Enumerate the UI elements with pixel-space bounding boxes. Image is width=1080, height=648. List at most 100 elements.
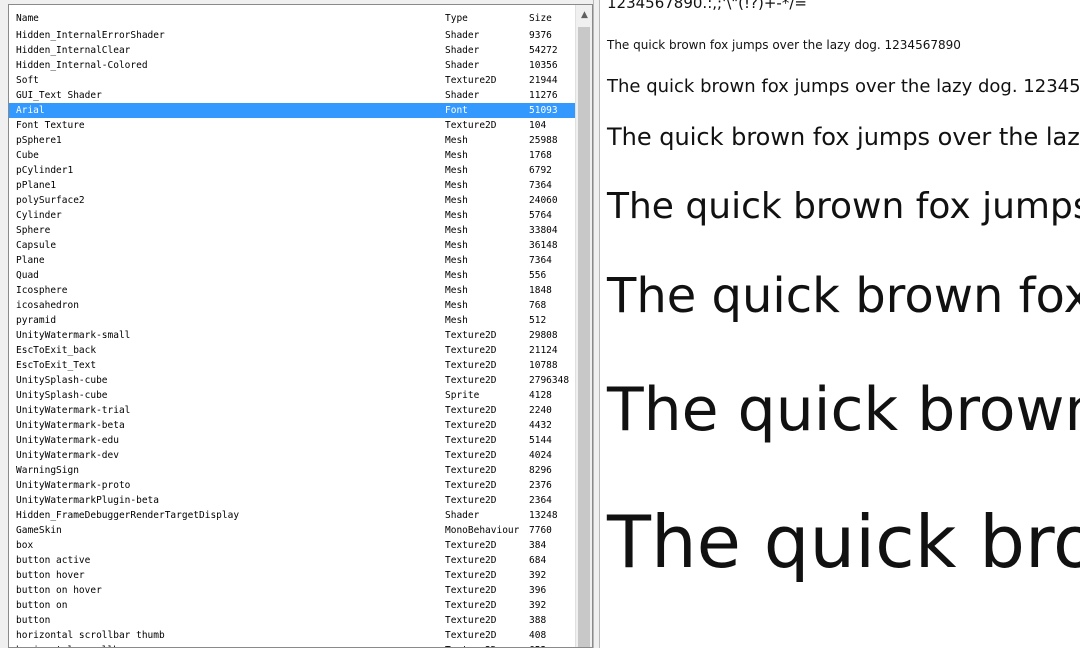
column-header-type[interactable]: Type	[445, 13, 468, 24]
table-row[interactable]: horizontal scrollbar thumb Texture2D 408	[9, 628, 575, 643]
table-row[interactable]: Hidden_Internal-Colored Shader 10356	[9, 58, 575, 73]
cell-type: Mesh	[445, 165, 468, 176]
panel-splitter[interactable]	[593, 0, 600, 648]
cell-type: Texture2D	[445, 360, 497, 371]
table-row[interactable]: Icosphere Mesh 1848	[9, 283, 575, 298]
cell-name: Cube	[16, 150, 39, 161]
table-row[interactable]: horizontal scrollbar Texture2D 652	[9, 643, 575, 647]
cell-name: button on hover	[16, 585, 102, 596]
cell-name: button on	[16, 600, 68, 611]
cell-type: Texture2D	[445, 420, 497, 431]
cell-type: MonoBehaviour	[445, 525, 520, 536]
table-row[interactable]: pCylinder1 Mesh 6792	[9, 163, 575, 178]
column-header-name[interactable]: Name	[16, 13, 39, 24]
cell-name: Cylinder	[16, 210, 62, 221]
cell-name: UnityWatermarkPlugin-beta	[16, 495, 159, 506]
cell-type: Mesh	[445, 210, 468, 221]
table-row[interactable]: UnityWatermarkPlugin-beta Texture2D 2364	[9, 493, 575, 508]
preview-line: The quick brown fox jumps over the lazy …	[607, 186, 1080, 227]
table-row[interactable]: UnitySplash-cube Texture2D 2796348	[9, 373, 575, 388]
cell-name: Hidden_FrameDebuggerRenderTargetDisplay	[16, 510, 240, 521]
table-row[interactable]: Cube Mesh 1768	[9, 148, 575, 163]
cell-name: EscToExit_back	[16, 345, 97, 356]
cell-type: Shader	[445, 510, 480, 521]
cell-name: button hover	[16, 570, 85, 581]
cell-size: 2376	[529, 480, 552, 491]
cell-type: Sprite	[445, 390, 480, 401]
cell-name: horizontal scrollbar thumb	[16, 630, 165, 641]
cell-name: GameSkin	[16, 525, 62, 536]
cell-size: 21944	[529, 75, 558, 86]
cell-name: pCylinder1	[16, 165, 74, 176]
table-row[interactable]: box Texture2D 384	[9, 538, 575, 553]
table-row[interactable]: Arial Font 51093	[9, 103, 575, 118]
cell-type: Shader	[445, 45, 480, 56]
cell-name: pSphere1	[16, 135, 62, 146]
cell-type: Texture2D	[445, 615, 497, 626]
scrollbar-thumb[interactable]	[578, 27, 590, 647]
cell-size: 10356	[529, 60, 558, 71]
column-header-size[interactable]: Size	[529, 13, 552, 24]
cell-name: Icosphere	[16, 285, 68, 296]
table-row[interactable]: Cylinder Mesh 5764	[9, 208, 575, 223]
cell-type: Texture2D	[445, 345, 497, 356]
cell-size: 7364	[529, 255, 552, 266]
cell-size: 104	[529, 120, 547, 131]
table-row[interactable]: EscToExit_Text Texture2D 10788	[9, 358, 575, 373]
cell-name: Quad	[16, 270, 39, 281]
cell-size: 5144	[529, 435, 552, 446]
table-row[interactable]: EscToExit_back Texture2D 21124	[9, 343, 575, 358]
table-row[interactable]: UnityWatermark-small Texture2D 29808	[9, 328, 575, 343]
cell-type: Texture2D	[445, 630, 497, 641]
table-row[interactable]: button hover Texture2D 392	[9, 568, 575, 583]
table-row[interactable]: Capsule Mesh 36148	[9, 238, 575, 253]
table-row[interactable]: UnityWatermark-edu Texture2D 5144	[9, 433, 575, 448]
table-row[interactable]: button active Texture2D 684	[9, 553, 575, 568]
cell-type: Mesh	[445, 300, 468, 311]
cell-size: 392	[529, 600, 547, 611]
cell-name: pPlane1	[16, 180, 57, 191]
cell-size: 2364	[529, 495, 552, 506]
table-row[interactable]: Hidden_FrameDebuggerRenderTargetDisplay S…	[9, 508, 575, 523]
asset-list-panel: Name Type Size Hidden_InternalErrorShade…	[0, 0, 593, 648]
cell-size: 51093	[529, 105, 558, 116]
table-row[interactable]: pPlane1 Mesh 7364	[9, 178, 575, 193]
table-row[interactable]: UnityWatermark-beta Texture2D 4432	[9, 418, 575, 433]
table-row[interactable]: UnityWatermark-proto Texture2D 2376	[9, 478, 575, 493]
table-row[interactable]: Sphere Mesh 33804	[9, 223, 575, 238]
chevron-up-icon[interactable]: ▲	[576, 5, 592, 25]
cell-name: Arial	[16, 105, 45, 116]
table-row[interactable]: polySurface2 Mesh 24060	[9, 193, 575, 208]
table-row[interactable]: UnityWatermark-dev Texture2D 4024	[9, 448, 575, 463]
table-row[interactable]: Hidden_InternalErrorShader Shader 9376	[9, 28, 575, 43]
table-row[interactable]: button Texture2D 388	[9, 613, 575, 628]
table-row[interactable]: pyramid Mesh 512	[9, 313, 575, 328]
cell-name: UnityWatermark-edu	[16, 435, 119, 446]
table-row[interactable]: GameSkin MonoBehaviour 7760	[9, 523, 575, 538]
table-row[interactable]: Soft Texture2D 21944	[9, 73, 575, 88]
cell-size: 408	[529, 630, 547, 641]
table-row[interactable]: Hidden_InternalClear Shader 54272	[9, 43, 575, 58]
table-row[interactable]: pSphere1 Mesh 25988	[9, 133, 575, 148]
cell-name: UnityWatermark-proto	[16, 480, 131, 491]
cell-size: 24060	[529, 195, 558, 206]
table-row[interactable]: Font Texture Texture2D 104	[9, 118, 575, 133]
table-row[interactable]: Plane Mesh 7364	[9, 253, 575, 268]
cell-type: Texture2D	[445, 555, 497, 566]
table-row[interactable]: UnitySplash-cube Sprite 4128	[9, 388, 575, 403]
table-row[interactable]: icosahedron Mesh 768	[9, 298, 575, 313]
cell-type: Mesh	[445, 240, 468, 251]
asset-list[interactable]: Name Type Size Hidden_InternalErrorShade…	[8, 4, 593, 648]
table-row[interactable]: button on Texture2D 392	[9, 598, 575, 613]
table-row[interactable]: Quad Mesh 556	[9, 268, 575, 283]
cell-name: Hidden_InternalClear	[16, 45, 131, 56]
vertical-scrollbar[interactable]: ▲	[575, 5, 592, 647]
table-row[interactable]: WarningSign Texture2D 8296	[9, 463, 575, 478]
preview-line: The quick brown fox jumps over the lazy …	[607, 268, 1080, 324]
cell-type: Shader	[445, 90, 480, 101]
cell-type: Texture2D	[445, 540, 497, 551]
cell-type: Mesh	[445, 135, 468, 146]
table-row[interactable]: GUI_Text Shader Shader 11276	[9, 88, 575, 103]
table-row[interactable]: button on hover Texture2D 396	[9, 583, 575, 598]
table-row[interactable]: UnityWatermark-trial Texture2D 2240	[9, 403, 575, 418]
